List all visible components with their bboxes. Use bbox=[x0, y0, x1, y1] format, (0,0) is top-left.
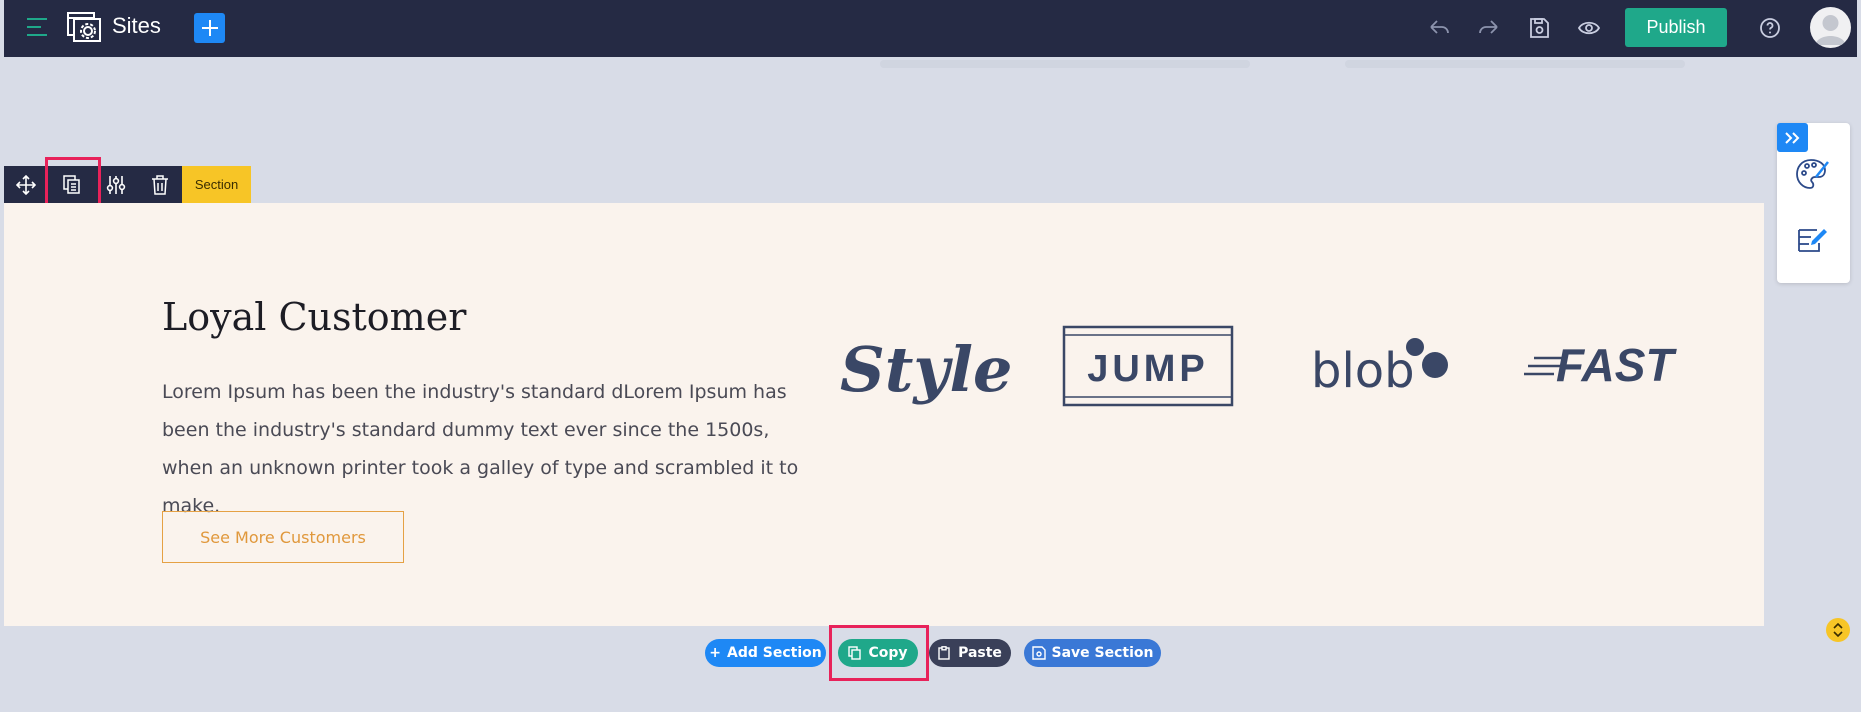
move-icon[interactable] bbox=[4, 166, 48, 203]
paste-label: Paste bbox=[958, 645, 1002, 661]
fast-logo-text: FAST bbox=[1556, 339, 1677, 391]
faint-shape bbox=[1345, 60, 1685, 68]
publish-button[interactable]: Publish bbox=[1625, 8, 1727, 47]
double-chevron-right-icon bbox=[1784, 131, 1799, 144]
preview-eye-icon[interactable] bbox=[1575, 14, 1603, 42]
redo-icon[interactable] bbox=[1475, 14, 1503, 42]
jump-logo-text: JUMP bbox=[1087, 348, 1209, 390]
add-section-button[interactable]: + Add Section bbox=[705, 639, 826, 667]
style-logo: Style bbox=[836, 323, 1012, 413]
add-site-button[interactable] bbox=[194, 13, 225, 43]
section-body-text: Lorem Ipsum has been the industry's stan… bbox=[162, 381, 799, 517]
paste-button[interactable]: Paste bbox=[929, 639, 1011, 667]
fast-logo: FAST bbox=[1524, 333, 1699, 398]
faint-shape bbox=[880, 60, 1250, 68]
section-tag[interactable]: Section bbox=[182, 166, 251, 203]
plus-icon: + bbox=[709, 645, 721, 661]
jump-logo: JUMP bbox=[1062, 325, 1234, 407]
delete-trash-icon[interactable] bbox=[138, 166, 182, 203]
customer-section[interactable]: Loyal Customer Lorem Ipsum has been the … bbox=[4, 203, 1764, 626]
panel-toggle-button[interactable] bbox=[1777, 123, 1808, 152]
highlight-box bbox=[829, 625, 929, 681]
blob-logo: blob bbox=[1307, 331, 1457, 401]
scroll-toggle-icon[interactable] bbox=[1826, 618, 1850, 642]
user-avatar[interactable] bbox=[1810, 7, 1851, 48]
app-title: Sites bbox=[112, 13, 161, 38]
blob-logo-text: blob bbox=[1311, 343, 1415, 399]
add-section-label: Add Section bbox=[727, 645, 822, 661]
help-icon[interactable] bbox=[1756, 14, 1784, 42]
see-more-customers-button[interactable]: See More Customers bbox=[162, 511, 404, 563]
section-heading: Loyal Customer bbox=[162, 295, 467, 339]
edit-content-icon[interactable] bbox=[1797, 227, 1829, 261]
save-section-label: Save Section bbox=[1051, 645, 1154, 661]
palette-icon[interactable] bbox=[1795, 157, 1831, 195]
save-section-icon bbox=[1031, 646, 1046, 660]
menu-icon[interactable] bbox=[24, 14, 50, 40]
undo-icon[interactable] bbox=[1425, 14, 1453, 42]
style-logo-text: Style bbox=[840, 333, 1011, 406]
paste-icon bbox=[938, 646, 950, 660]
save-icon[interactable] bbox=[1525, 14, 1553, 42]
save-section-button[interactable]: Save Section bbox=[1024, 639, 1161, 667]
sites-logo-icon bbox=[66, 11, 104, 45]
plus-icon bbox=[201, 20, 218, 36]
top-bar: Sites Publish bbox=[4, 0, 1857, 57]
